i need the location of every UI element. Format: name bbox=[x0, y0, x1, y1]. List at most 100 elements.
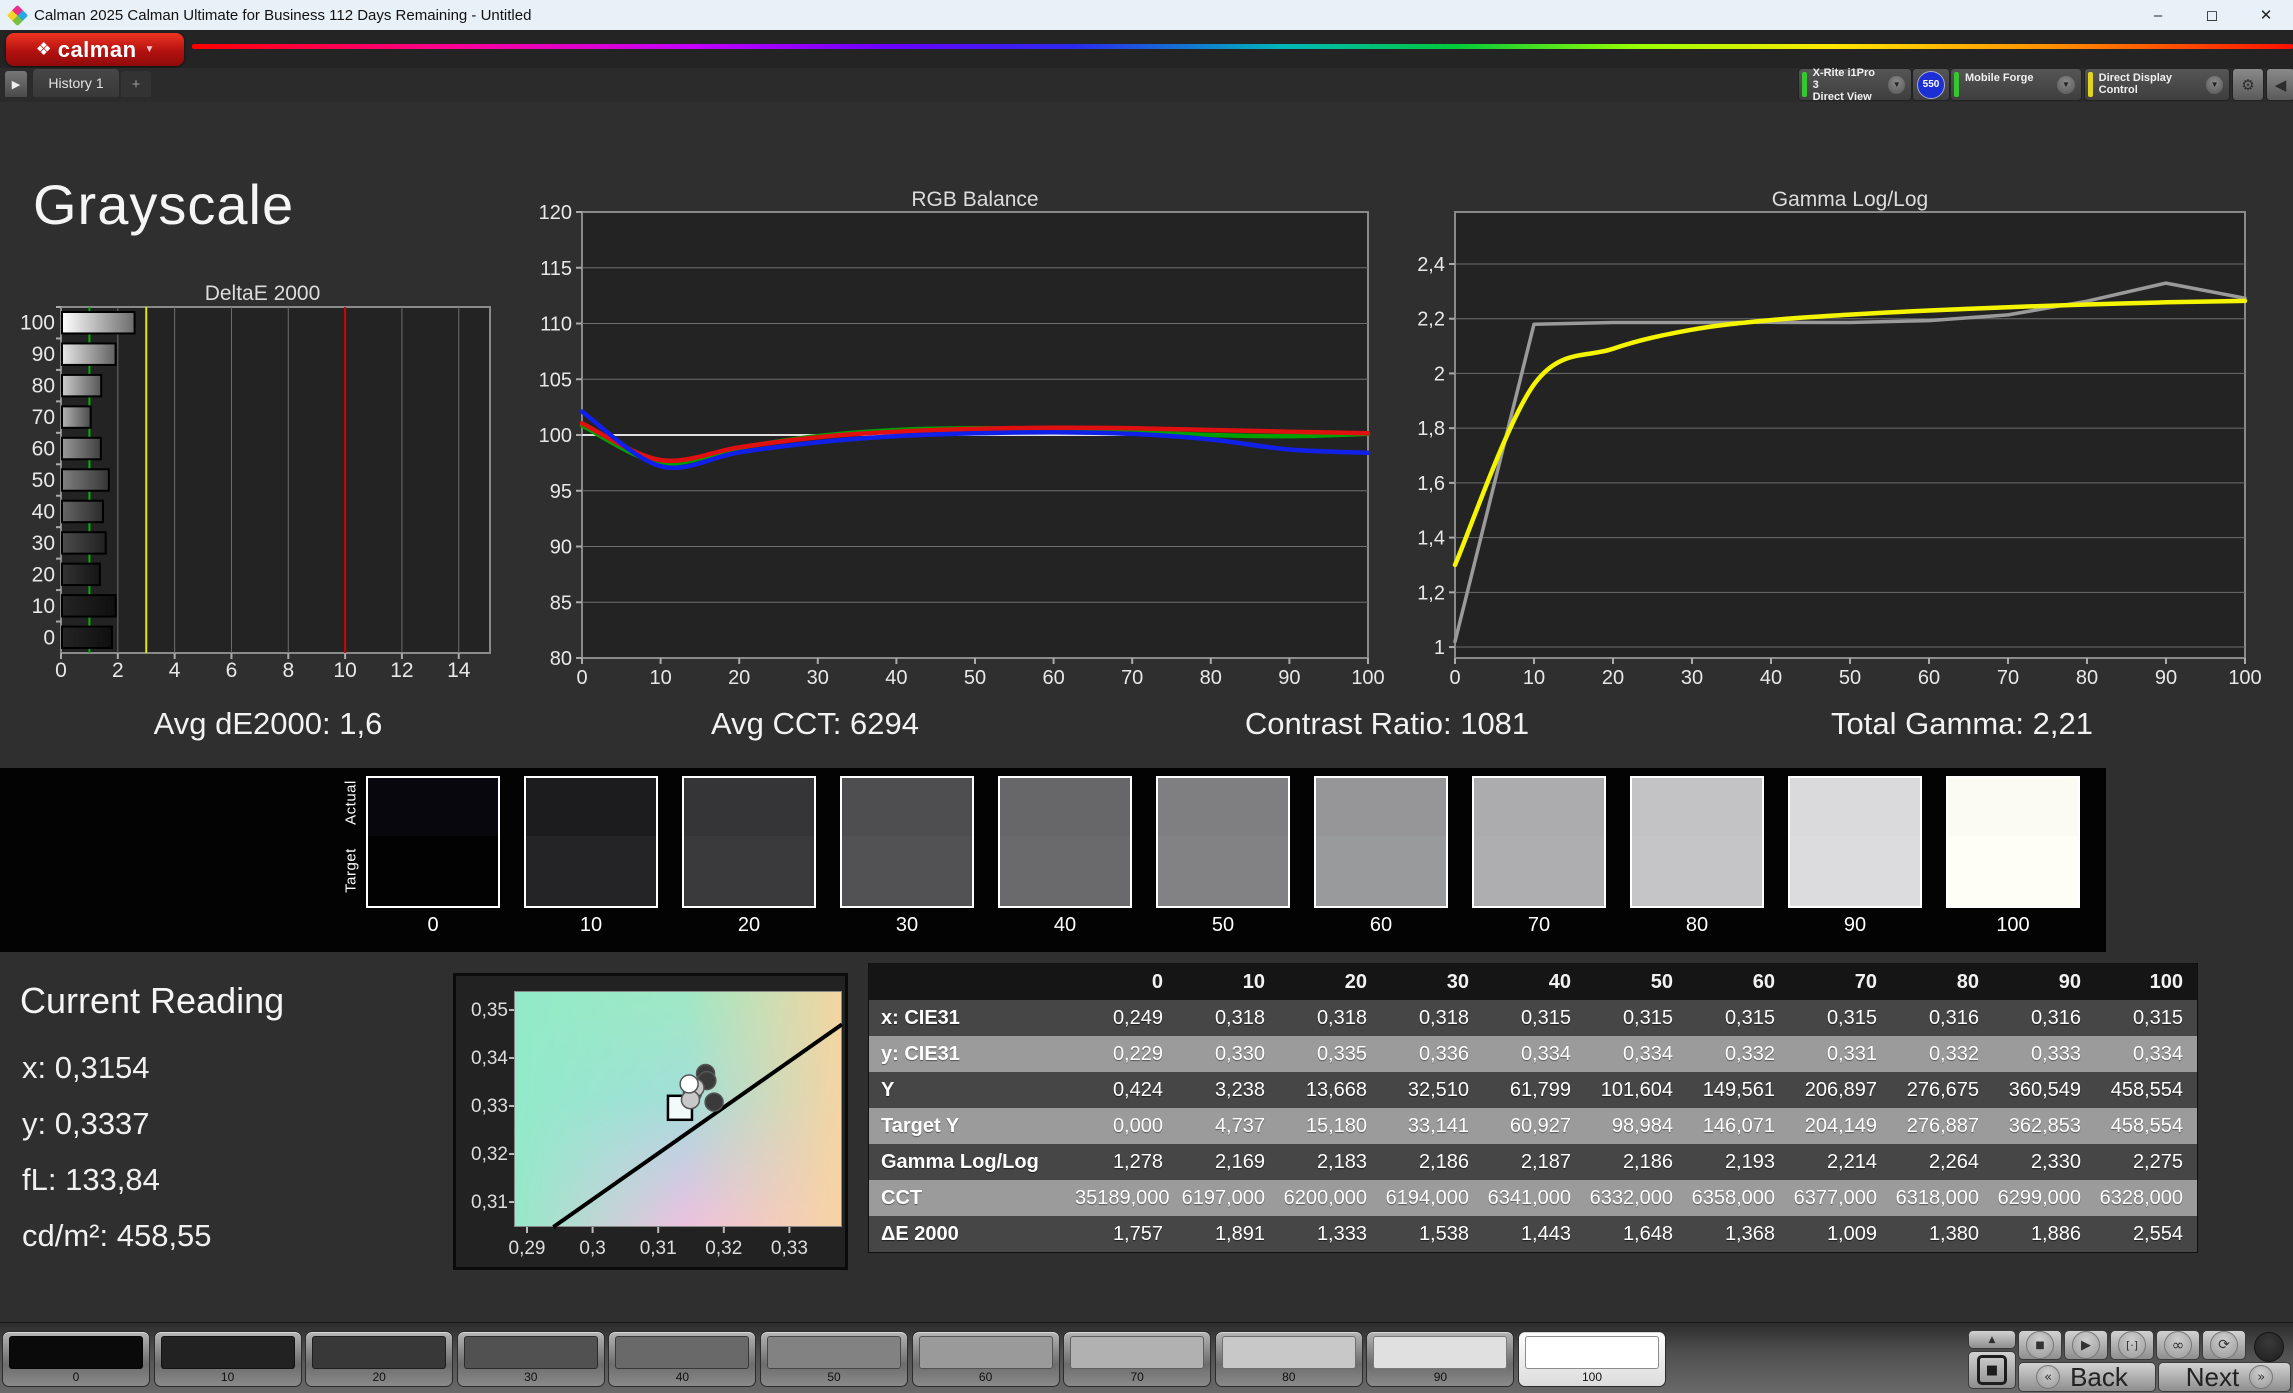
settings-button[interactable]: ⚙ bbox=[2232, 68, 2264, 101]
axis-tick-label: 1,4 bbox=[1417, 528, 1445, 550]
axis-tick-label: 0,3 bbox=[579, 1238, 605, 1259]
table-cell: 0,316 bbox=[1993, 1000, 2095, 1036]
play-button[interactable]: ▶ bbox=[2064, 1330, 2108, 1360]
refresh-button[interactable]: ⟳ bbox=[2202, 1330, 2246, 1360]
chevron-down-icon: ▼ bbox=[2057, 75, 2075, 94]
level-button-90[interactable]: 90 bbox=[1366, 1331, 1515, 1387]
chart-title: Gamma Log/Log bbox=[1772, 190, 1928, 211]
table-row-label: Y bbox=[869, 1072, 1075, 1108]
table-cell: 1,368 bbox=[1687, 1216, 1789, 1252]
actual-swatch bbox=[526, 778, 656, 836]
axis-tick-label: 4 bbox=[169, 659, 181, 682]
close-button[interactable]: ✕ bbox=[2239, 0, 2293, 30]
tab-scroll-button[interactable]: ▶ bbox=[4, 70, 28, 98]
actual-swatch bbox=[842, 778, 972, 836]
level-button-10[interactable]: 10 bbox=[153, 1331, 302, 1387]
table-cell: 1,009 bbox=[1789, 1216, 1891, 1252]
table-cell: 35189,000 bbox=[1075, 1180, 1177, 1216]
minimize-button[interactable]: – bbox=[2131, 0, 2185, 30]
level-label: 0 bbox=[72, 1370, 80, 1384]
tab-history-1[interactable]: History 1 bbox=[32, 68, 120, 97]
axis-tick-label: 70 bbox=[1997, 667, 2019, 689]
table-column-header: 30 bbox=[1381, 964, 1483, 1000]
axis-tick-label: 60 bbox=[32, 438, 55, 461]
level-button-60[interactable]: 60 bbox=[911, 1331, 1060, 1387]
display-control-dropdown[interactable]: Direct Display Control ▼ bbox=[2084, 68, 2230, 101]
meter-exposure-badge[interactable]: 550 bbox=[1912, 68, 1950, 101]
level-button-70[interactable]: 70 bbox=[1063, 1331, 1212, 1387]
calman-diamond-icon: ❖ bbox=[35, 39, 52, 59]
table-cell: 458,554 bbox=[2095, 1072, 2197, 1108]
level-button-50[interactable]: 50 bbox=[760, 1331, 908, 1387]
level-button-30[interactable]: 30 bbox=[456, 1331, 605, 1387]
table-cell: 1,648 bbox=[1585, 1216, 1687, 1252]
axis-tick-label: 0,35 bbox=[471, 1000, 508, 1021]
level-label: 50 bbox=[827, 1370, 841, 1384]
swatch-level-label: 10 bbox=[579, 914, 603, 936]
calman-menu-button[interactable]: ❖ calman ▼ bbox=[6, 33, 184, 66]
add-tab-button[interactable]: + bbox=[120, 70, 152, 98]
maximize-button[interactable]: ◻ bbox=[2185, 0, 2239, 30]
axis-tick-label: 80 bbox=[550, 648, 572, 670]
table-cell: 13,668 bbox=[1279, 1072, 1381, 1108]
chevrons-right-icon: » bbox=[2249, 1365, 2274, 1389]
table-cell: 2,554 bbox=[2095, 1216, 2197, 1252]
continuous-read-button[interactable]: ∞ bbox=[2156, 1330, 2200, 1360]
target-swatch bbox=[1948, 835, 2078, 906]
swatch-level-70 bbox=[1472, 776, 1606, 908]
table-cell: 276,675 bbox=[1891, 1072, 1993, 1108]
level-button-80[interactable]: 80 bbox=[1214, 1331, 1363, 1387]
axis-tick-label: 2,4 bbox=[1417, 254, 1445, 276]
back-button[interactable]: « Back bbox=[2018, 1362, 2156, 1392]
level-button-20[interactable]: 20 bbox=[305, 1331, 454, 1387]
axis-tick-label: 100 bbox=[20, 312, 55, 335]
panel-up-button[interactable]: ▲ bbox=[1968, 1330, 2016, 1349]
axis-tick-label: 90 bbox=[550, 537, 572, 559]
meter-dropdown[interactable]: X-Rite i1Pro 3 Direct View ▼ bbox=[1798, 67, 1912, 103]
table-cell: 0,424 bbox=[1075, 1072, 1177, 1108]
table-cell: 458,554 bbox=[2095, 1108, 2197, 1144]
level-swatch bbox=[1221, 1336, 1356, 1369]
table-column-header: 50 bbox=[1585, 964, 1687, 1000]
stop-button[interactable]: ■ bbox=[2018, 1330, 2062, 1360]
table-cell: 0,318 bbox=[1177, 1000, 1279, 1036]
axis-tick-label: 8 bbox=[282, 659, 294, 682]
axis-tick-label: 0 bbox=[43, 626, 55, 649]
actual-swatch bbox=[1632, 778, 1762, 836]
level-swatch bbox=[160, 1336, 295, 1369]
table-cell: 0,334 bbox=[2095, 1036, 2197, 1072]
axis-tick-label: 6 bbox=[226, 659, 238, 682]
pattern-window-button[interactable]: ■ bbox=[1968, 1351, 2016, 1389]
refresh-icon: ⟳ bbox=[2210, 1331, 2238, 1359]
table-cell: 2,183 bbox=[1279, 1144, 1381, 1180]
table-cell: 1,380 bbox=[1891, 1216, 1993, 1252]
level-button-100[interactable]: 100 bbox=[1518, 1331, 1666, 1387]
deltae-bar-40 bbox=[61, 499, 104, 524]
stop-icon: ■ bbox=[2026, 1331, 2054, 1359]
read-once-button[interactable]: [·] bbox=[2110, 1330, 2154, 1360]
plus-icon: + bbox=[131, 75, 141, 93]
table-cell: 0,332 bbox=[1891, 1036, 1993, 1072]
swatch-level-label: 20 bbox=[737, 914, 761, 936]
next-button[interactable]: Next » bbox=[2158, 1362, 2291, 1392]
pattern-source-dropdown[interactable]: Mobile Forge ▼ bbox=[1950, 68, 2082, 101]
table-cell: 0,334 bbox=[1585, 1036, 1687, 1072]
table-cell: 0,334 bbox=[1483, 1036, 1585, 1072]
table-cell: 0,336 bbox=[1381, 1036, 1483, 1072]
level-label: 100 bbox=[1581, 1370, 1603, 1384]
swatch-level-label: 100 bbox=[1996, 914, 2030, 936]
chart-title: DeltaE 2000 bbox=[205, 282, 321, 305]
axis-tick-label: 120 bbox=[539, 202, 572, 224]
level-label: 40 bbox=[675, 1370, 690, 1384]
stat-total-gamma: Total Gamma: 2,21 bbox=[1831, 706, 2093, 741]
table-cell: 0,249 bbox=[1075, 1000, 1177, 1036]
level-button-40[interactable]: 40 bbox=[608, 1331, 757, 1387]
table-cell: 2,193 bbox=[1687, 1144, 1789, 1180]
collapse-panel-button[interactable]: ◀ bbox=[2266, 68, 2293, 101]
level-button-0[interactable]: 0 bbox=[2, 1331, 150, 1387]
axis-tick-label: 1,8 bbox=[1417, 418, 1445, 440]
axis-tick-label: 70 bbox=[32, 406, 55, 429]
daylight-locus-line bbox=[552, 1022, 844, 1229]
table-cell: 1,891 bbox=[1177, 1216, 1279, 1252]
table-column-header: 10 bbox=[1177, 964, 1279, 1000]
